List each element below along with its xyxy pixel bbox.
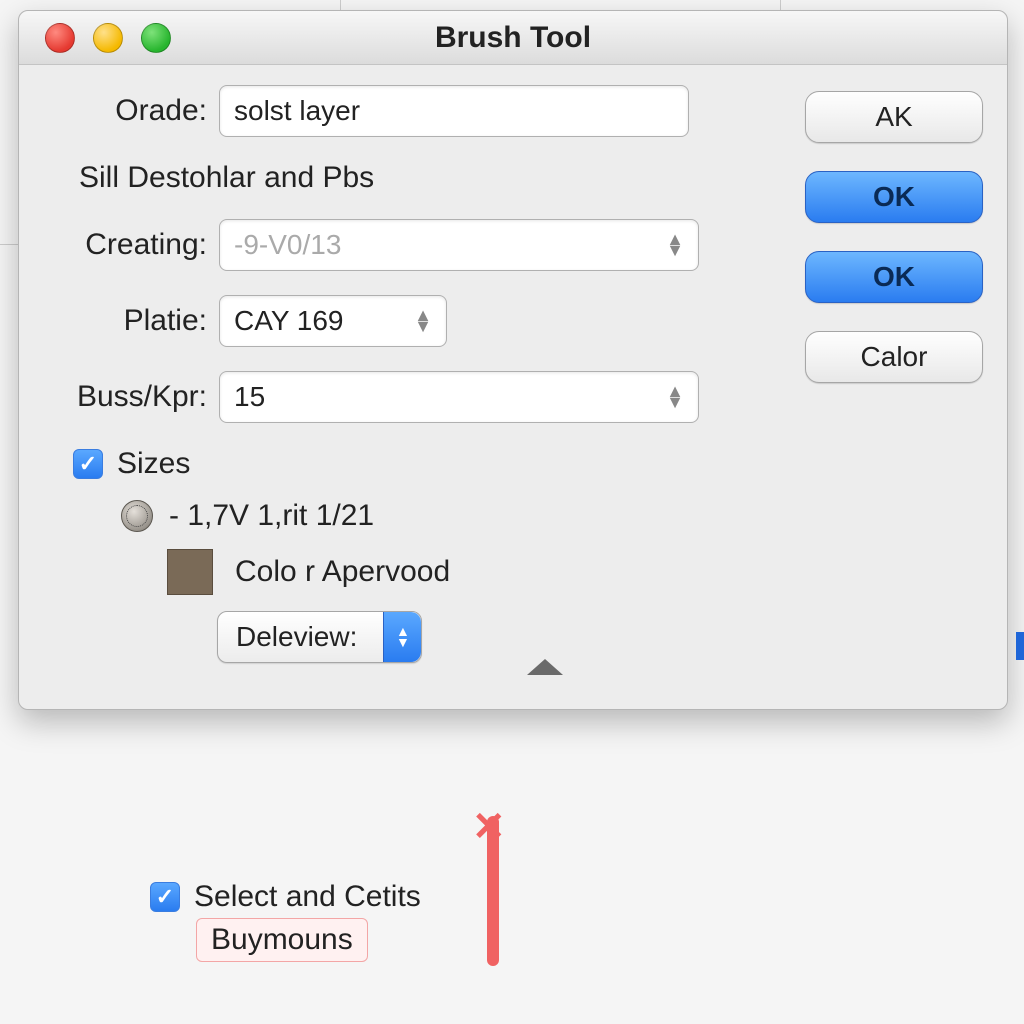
highlight-text: Buymouns	[211, 923, 353, 956]
creating-value: -9-V0/13	[234, 229, 341, 261]
ak-button[interactable]: AK	[805, 91, 983, 143]
sizes-label: Sizes	[117, 447, 190, 481]
titlebar[interactable]: Brush Tool	[19, 11, 1007, 65]
highlight-box[interactable]: Buymouns	[196, 918, 368, 962]
stepper-arrows-icon[interactable]: ▲▼	[666, 234, 684, 256]
stepper-arrows-icon[interactable]: ▲▼	[666, 386, 684, 408]
stepper-arrows-icon[interactable]: ▲▼	[414, 310, 432, 332]
busskpr-stepper[interactable]: 15 ▲▼	[219, 371, 699, 423]
creating-stepper[interactable]: -9-V0/13 ▲▼	[219, 219, 699, 271]
traffic-lights	[19, 23, 171, 53]
deleview-popup[interactable]: Deleview: ▲▼	[217, 611, 422, 663]
sizes-checkbox[interactable]: ✓	[73, 449, 103, 479]
color-swatch[interactable]	[167, 549, 213, 595]
platie-stepper[interactable]: CAY 169 ▲▼	[219, 295, 447, 347]
dial-text: - 1,7V 1,rit 1/21	[169, 499, 374, 533]
platie-value: CAY 169	[234, 305, 343, 337]
edge-marker	[1016, 632, 1024, 660]
dialog-window: Brush Tool Orade: solst layer Sill Desto…	[18, 10, 1008, 710]
minimize-icon[interactable]	[93, 23, 123, 53]
below-content: ✓ Select and Cetits Buymouns	[150, 880, 710, 962]
popup-arrows-icon: ▲▼	[383, 612, 421, 662]
annotation-arrowhead-icon: ✕	[472, 804, 506, 850]
select-checkbox[interactable]: ✓	[150, 882, 180, 912]
ok-button[interactable]: OK	[805, 171, 983, 223]
orade-label: Orade:	[39, 94, 219, 128]
deleview-label: Deleview:	[236, 621, 383, 653]
calor-button[interactable]: Calor	[805, 331, 983, 383]
ok-button-2[interactable]: OK	[805, 251, 983, 303]
busskpr-label: Buss/Kpr:	[39, 380, 219, 414]
color-label: Colo r Apervood	[235, 555, 450, 589]
orade-input[interactable]: solst layer	[219, 85, 689, 137]
dial-icon[interactable]	[121, 500, 153, 532]
creating-label: Creating:	[39, 228, 219, 262]
busskpr-value: 15	[234, 381, 265, 413]
select-label: Select and Cetits	[194, 880, 421, 914]
popup-notch-icon	[527, 659, 563, 675]
platie-label: Platie:	[39, 304, 219, 338]
close-icon[interactable]	[45, 23, 75, 53]
section-label: Sill Destohlar and Pbs	[79, 161, 787, 195]
zoom-icon[interactable]	[141, 23, 171, 53]
orade-value: solst layer	[234, 95, 360, 127]
